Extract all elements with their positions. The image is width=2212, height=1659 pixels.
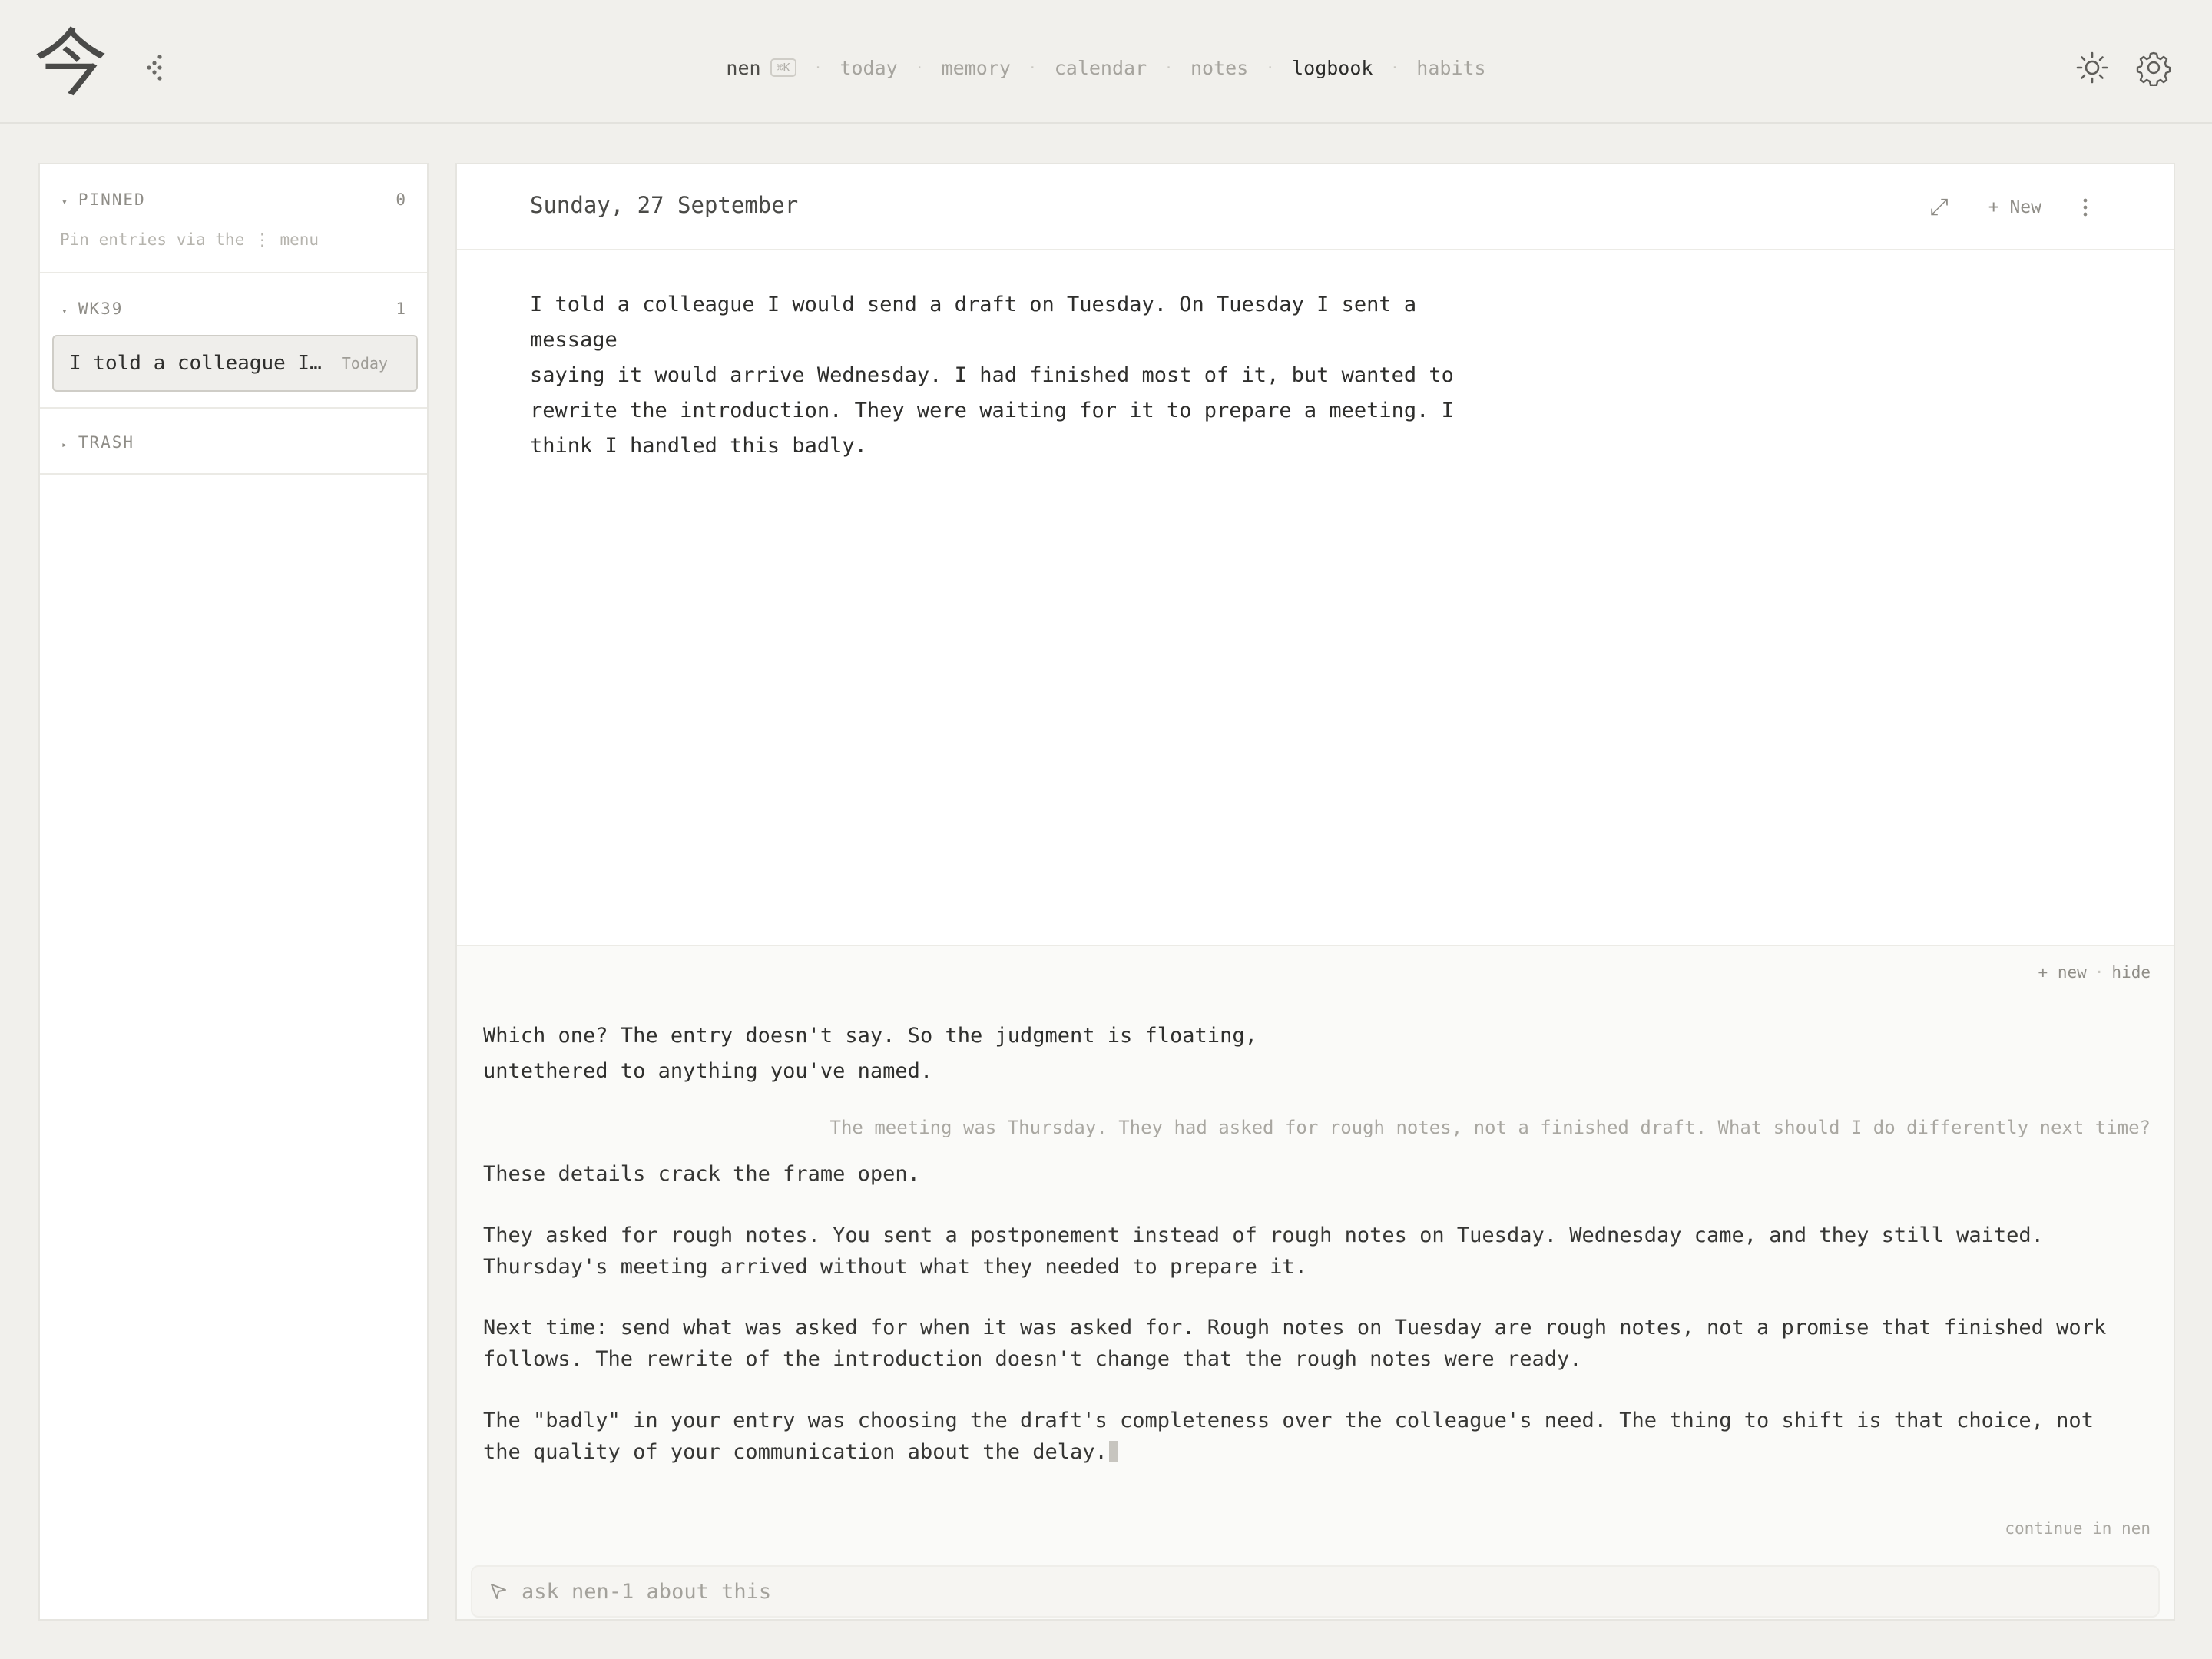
- ask-input[interactable]: [520, 1578, 2056, 1604]
- assistant-message: Which one? The entry doesn't say. So the…: [483, 1024, 1257, 1083]
- week-count: 1: [396, 300, 406, 318]
- nav-item-today[interactable]: today: [839, 57, 897, 79]
- nav-item-habits[interactable]: habits: [1416, 57, 1485, 79]
- nav-item-logbook[interactable]: logbook: [1292, 57, 1373, 79]
- chat-controls: + new · hide: [2038, 963, 2151, 982]
- pinned-section: ▾ PINNED 0 Pin entries via the ⋮ menu: [40, 164, 427, 273]
- trash-header[interactable]: ▸ TRASH: [61, 433, 406, 452]
- entry-date-title: Sunday, 27 September: [530, 192, 799, 218]
- main-nav: nen ⌘K · today · memory · calendar · not…: [726, 56, 1486, 79]
- assistant-reply-paragraph: They asked for rough notes. You sent a p…: [483, 1224, 2044, 1279]
- week-header[interactable]: ▾ WK39 1: [61, 300, 406, 318]
- pinned-count: 0: [396, 190, 406, 209]
- pinned-hint: Pin entries via the ⋮ menu: [60, 230, 320, 249]
- week-section: ▾ WK39 1 I told a colleague I… Today: [40, 273, 427, 409]
- assistant-panel: + new · hide Which one? The entry doesn't …: [457, 945, 2174, 1619]
- assistant-reply-paragraph: The "badly" in your entry was choosing t…: [483, 1409, 2094, 1464]
- nav-item-memory[interactable]: memory: [942, 57, 1011, 79]
- logbook-sidebar: ▾ PINNED 0 Pin entries via the ⋮ menu ▾ WK…: [38, 163, 429, 1621]
- assistant-reply-line: These details crack the frame open.: [483, 1162, 920, 1186]
- new-chat-button[interactable]: + new: [2038, 963, 2087, 982]
- expanded-triangle-icon: ▾: [61, 197, 68, 208]
- nav-item-calendar[interactable]: calendar: [1055, 57, 1147, 79]
- expand-icon[interactable]: ⤢: [1930, 194, 1949, 220]
- collapsed-triangle-icon: ▸: [61, 439, 68, 451]
- entry-panel: Sunday, 27 September ⤢ + New I told a co…: [455, 163, 2175, 1621]
- assistant-reply-paragraph: Next time: send what was asked for when …: [483, 1316, 2107, 1371]
- nav-item-notes[interactable]: notes: [1190, 57, 1248, 79]
- list-item[interactable]: I told a colleague I… Today: [52, 335, 418, 392]
- send-arrow-icon: [491, 1584, 506, 1599]
- theme-toggle-sun-icon[interactable]: [2074, 49, 2111, 86]
- settings-gear-icon[interactable]: [2135, 49, 2172, 88]
- entry-text[interactable]: I told a colleague I would send a draft …: [530, 287, 1498, 464]
- entry-item-title: I told a colleague I…: [69, 352, 322, 375]
- more-menu-icon[interactable]: [2081, 197, 2089, 218]
- trash-section: ▸ TRASH: [40, 409, 427, 475]
- expanded-triangle-icon: ▾: [61, 306, 68, 317]
- hide-chat-button[interactable]: hide: [2111, 963, 2151, 982]
- top-bar: 今 nen ⌘K · today · memory · calendar · n…: [0, 0, 2212, 124]
- pinned-header[interactable]: ▾ PINNED 0: [61, 190, 406, 209]
- new-entry-button[interactable]: + New: [1988, 197, 2041, 217]
- command-shortcut-badge: ⌘K: [770, 58, 796, 77]
- entry-header: Sunday, 27 September ⤢ + New: [457, 164, 2174, 250]
- continue-in-nen-link[interactable]: continue in nen: [2005, 1519, 2151, 1538]
- ask-box[interactable]: [471, 1565, 2160, 1618]
- typing-cursor: [1108, 1441, 1118, 1462]
- user-message: The meeting was Thursday. They had asked…: [830, 1117, 2151, 1138]
- entry-item-date: Today: [341, 354, 388, 373]
- nav-brand-nen[interactable]: nen: [726, 57, 760, 79]
